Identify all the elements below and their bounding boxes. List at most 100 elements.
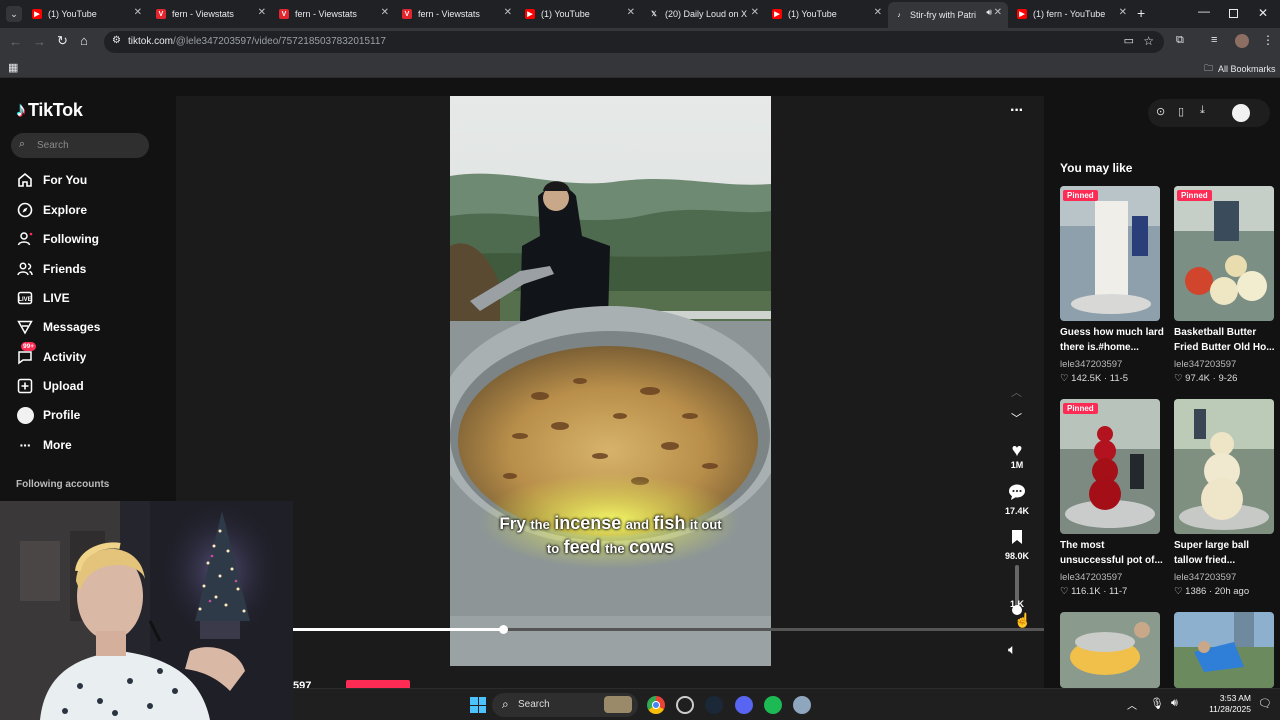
chevron-up-icon[interactable]: ︿: [1011, 384, 1022, 400]
close-icon[interactable]: ✕: [504, 7, 512, 18]
browser-tab[interactable]: ▶ (1) YouTube ✕: [32, 4, 142, 24]
discord-taskbar-icon[interactable]: [735, 696, 753, 714]
sidebar-item-messages[interactable]: Messages: [16, 316, 100, 338]
settings-taskbar-icon[interactable]: [793, 696, 811, 714]
browser-tab[interactable]: Vfern - Viewstats ✕: [402, 4, 512, 24]
recommendation-user[interactable]: lele347203597: [1174, 359, 1236, 370]
speaker-icon[interactable]: 🔊︎: [986, 7, 992, 18]
browser-tab[interactable]: ▶ (1) YouTube ✕: [772, 4, 882, 24]
recommendation-likes: 142.5K: [1071, 373, 1102, 384]
windows-start-icon[interactable]: [470, 697, 486, 713]
address-bar[interactable]: ⚙ tiktok.com/@lele347203597/video/757218…: [104, 31, 1164, 53]
speaker-icon[interactable]: 🔊︎: [1171, 697, 1178, 710]
profile-avatar[interactable]: [1232, 104, 1250, 122]
coin-icon[interactable]: ⊙: [1156, 105, 1165, 118]
like-button[interactable]: ♥ 1M: [1002, 440, 1032, 470]
clock-date: 11/28/2025: [1209, 704, 1251, 714]
url-path: /@lele347203597/video/757218503783201511…: [173, 36, 386, 47]
browser-tab[interactable]: 𝕏 (20) Daily Loud on X ✕: [649, 4, 759, 24]
clock[interactable]: 3:53 AM 11/28/2025: [1199, 693, 1251, 715]
close-icon[interactable]: ✕: [627, 7, 635, 18]
chevron-down-icon[interactable]: ﹀: [1011, 410, 1022, 426]
sidebar-item-explore[interactable]: Explore: [16, 199, 87, 221]
browser-tab[interactable]: Vfern - Viewstats ✕: [279, 4, 389, 24]
clock-app-icon[interactable]: [676, 696, 694, 714]
sidebar-item-live[interactable]: LIVE LIVE: [16, 287, 70, 309]
save-count: 98.0K: [1004, 551, 1030, 561]
taskbar-search-box[interactable]: ⌕ Search: [492, 693, 638, 717]
recommendation-title[interactable]: Guess how much lard there is.#home...: [1060, 325, 1164, 355]
follow-button[interactable]: [346, 680, 410, 688]
sidebar-item-for-you[interactable]: For You: [16, 169, 87, 191]
sidebar-item-more[interactable]: ··· More: [16, 434, 72, 456]
more-options-icon[interactable]: ···: [1010, 102, 1024, 120]
tab-title: Stir-fry with Patri: [910, 10, 976, 20]
save-button[interactable]: 98.0K: [1002, 529, 1032, 561]
close-icon[interactable]: ✕: [258, 7, 266, 18]
all-bookmarks-button[interactable]: 🗀 All Bookmarks: [1204, 61, 1276, 77]
site-info-icon[interactable]: ⚙: [112, 35, 121, 46]
sidebar-item-activity[interactable]: 99+ Activity: [16, 342, 86, 368]
notification-icon[interactable]: 🗨︎: [1258, 697, 1272, 710]
sidebar-item-friends[interactable]: Friends: [16, 258, 86, 280]
close-icon[interactable]: ✕: [381, 7, 389, 18]
chrome-taskbar-icon[interactable]: [647, 696, 665, 714]
close-window-button[interactable]: ✕: [1258, 6, 1268, 20]
recommendation-thumbnail[interactable]: [1174, 399, 1274, 534]
sidebar-item-upload[interactable]: Upload: [16, 375, 84, 397]
browser-tab-active[interactable]: ♪ Stir-fry with Patri 🔊︎ ✕: [888, 2, 1008, 28]
recommendation-thumbnail[interactable]: [1060, 612, 1160, 688]
youtube-icon: ▶: [772, 9, 782, 19]
video-frame[interactable]: Fry the incense and fish it out to feed …: [450, 96, 771, 666]
extensions-icon[interactable]: ⧉: [1176, 34, 1184, 47]
minimize-button[interactable]: —: [1198, 4, 1210, 18]
recommendation-title[interactable]: Super large ball tallow fried...: [1174, 538, 1278, 568]
close-icon[interactable]: ✕: [994, 7, 1002, 18]
home-icon[interactable]: ⌂: [80, 33, 88, 48]
sidebar-search-box[interactable]: ⌕ Search: [11, 133, 149, 158]
apps-grid-icon[interactable]: ▦: [8, 61, 18, 74]
media-control-icon[interactable]: ≡: [1211, 34, 1217, 46]
restore-button[interactable]: [1229, 9, 1238, 18]
sidebar-item-following[interactable]: Following: [16, 228, 99, 250]
device-icon[interactable]: ▯: [1178, 105, 1184, 118]
mute-button[interactable]: 🔈︎: [1008, 641, 1016, 658]
chrome-menu-icon[interactable]: ⋮: [1262, 33, 1274, 47]
close-icon[interactable]: ✕: [751, 7, 759, 18]
close-icon[interactable]: ✕: [134, 7, 142, 18]
video-player[interactable]: Fry the incense and fish it out to feed …: [176, 96, 1044, 692]
heart-icon: ♥: [1011, 440, 1023, 460]
steam-taskbar-icon[interactable]: [705, 696, 723, 714]
microphone-icon[interactable]: 🎙︎: [1150, 697, 1164, 710]
star-icon[interactable]: ☆: [1143, 34, 1154, 48]
recommendation-thumbnail[interactable]: Pinned: [1174, 186, 1274, 321]
recommendation-title[interactable]: Basketball Butter Fried Butter Old Ho...: [1174, 325, 1278, 355]
forward-icon[interactable]: →: [33, 34, 46, 49]
recommendation-user[interactable]: lele347203597: [1174, 572, 1236, 583]
tab-search-button[interactable]: ⌄: [6, 6, 22, 22]
close-icon[interactable]: ✕: [1119, 7, 1127, 18]
spotify-taskbar-icon[interactable]: [764, 696, 782, 714]
sidebar-item-profile[interactable]: Profile: [16, 404, 80, 426]
tray-chevron-icon[interactable]: ︿: [1127, 697, 1137, 712]
new-tab-button[interactable]: +: [1137, 5, 1145, 21]
recommendation-title[interactable]: The most unsuccessful pot of...: [1060, 538, 1164, 568]
download-icon[interactable]: ⤓: [1200, 104, 1205, 117]
browser-tab[interactable]: ▶ (1) fern - YouTube ✕: [1017, 4, 1127, 24]
home-icon: [16, 171, 34, 189]
browser-tab[interactable]: Vfern - Viewstats ✕: [156, 4, 266, 24]
reload-icon[interactable]: ↻: [57, 33, 68, 49]
comment-button[interactable]: 17.4K: [1002, 484, 1032, 516]
back-icon[interactable]: ←: [9, 34, 22, 49]
recommendation-thumbnail[interactable]: [1174, 612, 1274, 688]
cast-icon[interactable]: ▭: [1124, 34, 1134, 47]
profile-avatar[interactable]: [1235, 34, 1249, 48]
recommendation-user[interactable]: lele347203597: [1060, 359, 1122, 370]
tiktok-logo[interactable]: ♪ TikTok: [16, 99, 83, 122]
browser-tab[interactable]: ▶ (1) YouTube ✕: [525, 4, 635, 24]
close-icon[interactable]: ✕: [874, 7, 882, 18]
recommendation-thumbnail[interactable]: Pinned: [1060, 186, 1160, 321]
recommendation-user[interactable]: lele347203597: [1060, 572, 1122, 583]
video-progress-bar[interactable]: [293, 625, 1044, 634]
recommendation-thumbnail[interactable]: Pinned: [1060, 399, 1160, 534]
